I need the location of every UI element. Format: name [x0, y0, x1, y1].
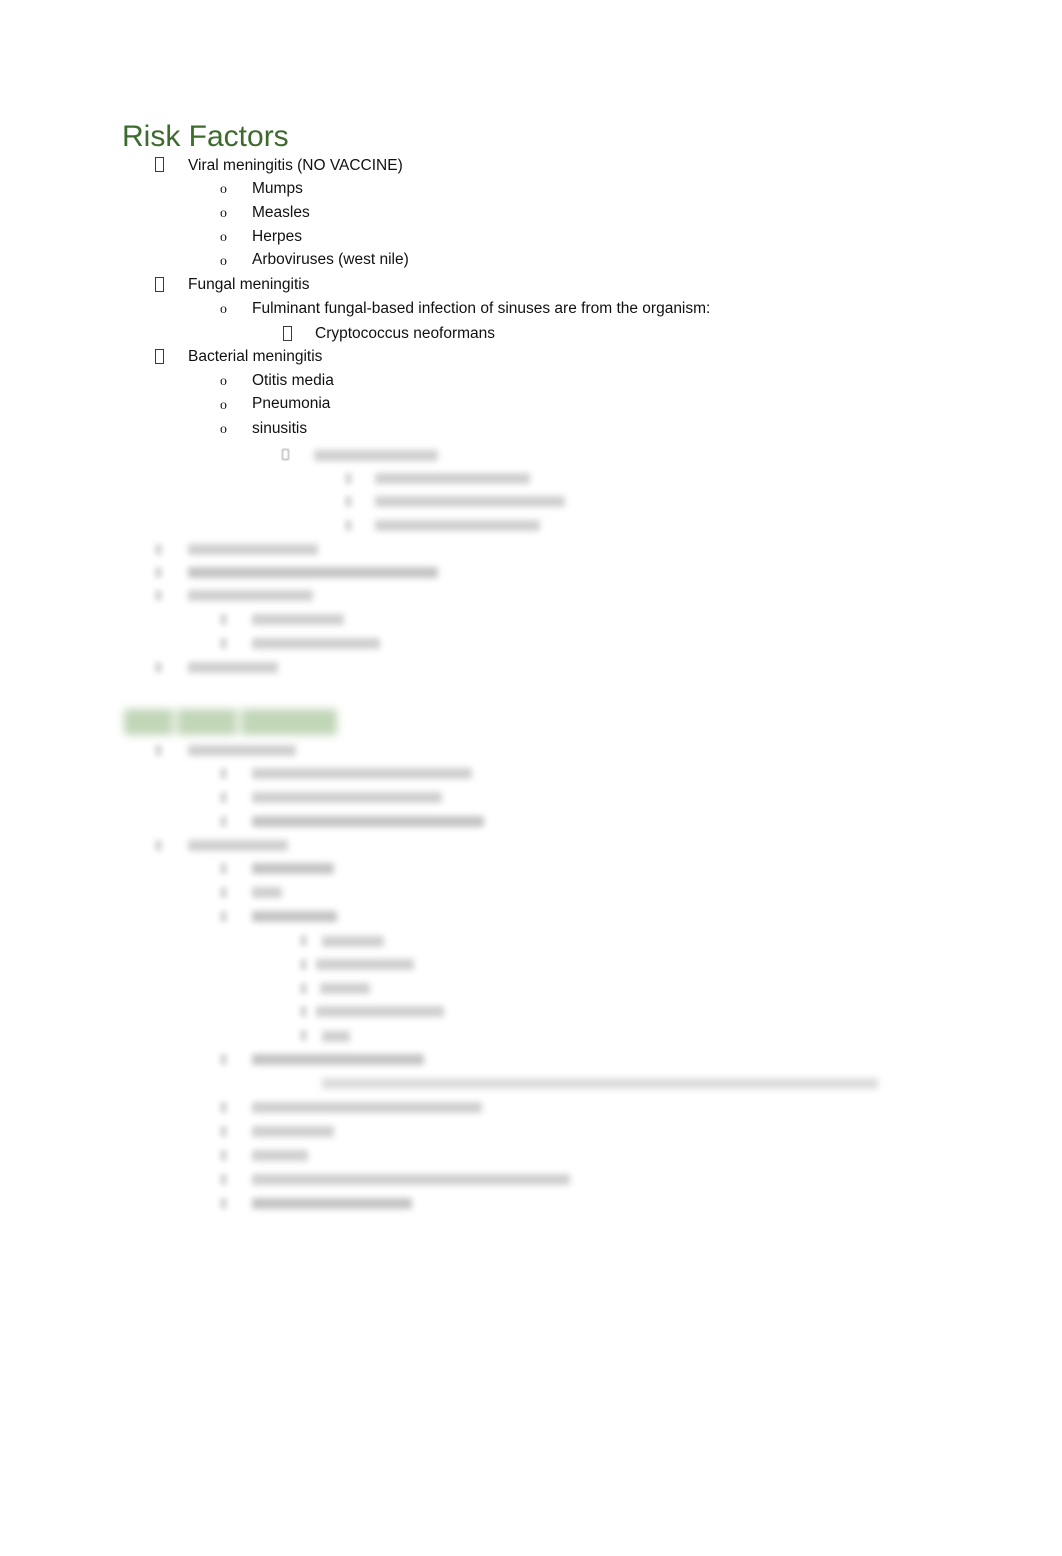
redacted-list-item — [375, 520, 540, 531]
redacted-list-item — [252, 863, 334, 874]
bullet-marker-tofu — [345, 520, 352, 531]
redacted-list-item — [252, 614, 344, 625]
redacted-list-item — [252, 792, 442, 803]
redacted-list-item — [314, 450, 438, 461]
list-item: Pneumonia — [252, 395, 331, 412]
bullet-marker-tofu — [155, 348, 164, 367]
redacted-list-item — [322, 1078, 878, 1089]
bullet-marker-o — [220, 911, 227, 922]
redacted-list-item — [375, 473, 530, 484]
redacted-list-item — [188, 745, 296, 756]
bullet-marker-tofu — [155, 840, 162, 851]
bullet-marker-o — [220, 638, 227, 649]
bullet-marker-o — [220, 1102, 227, 1113]
bullet-marker-tofu — [155, 156, 164, 175]
bullet-marker-o — [220, 863, 227, 874]
bullet-marker-o — [220, 816, 227, 827]
list-item: Herpes — [252, 228, 302, 245]
redacted-list-item — [252, 1174, 570, 1185]
bullet-marker-tofu — [155, 276, 164, 295]
bullet-marker-o: o — [220, 254, 227, 269]
bullet-marker-tofu — [155, 590, 162, 601]
redacted-list-item — [316, 959, 414, 970]
bullet-marker-tofu — [155, 745, 162, 756]
redacted-list-item — [252, 816, 484, 827]
bullet-marker-tofu — [300, 935, 307, 946]
bullet-marker-o: o — [220, 230, 227, 245]
bullet-marker-o: o — [220, 398, 227, 413]
list-item: Arboviruses (west nile) — [252, 251, 409, 268]
bullet-marker-tofu — [345, 496, 352, 507]
bullet-marker-o: o — [220, 302, 227, 317]
redacted-list-item — [252, 911, 337, 922]
bullet-marker-o: o — [220, 182, 227, 197]
bullet-marker-o — [220, 768, 227, 779]
list-item: Mumps — [252, 180, 303, 197]
bullet-marker-tofu — [300, 983, 307, 994]
bullet-marker-o — [220, 1126, 227, 1137]
redacted-list-item — [188, 590, 313, 601]
page-title-risk-factors: Risk Factors — [122, 120, 289, 153]
bullet-marker-tofu — [155, 567, 162, 578]
list-item: Cryptococcus neoformans — [315, 325, 496, 342]
bullet-marker-o — [220, 792, 227, 803]
bullet-marker-o: o — [220, 422, 227, 437]
bullet-marker-tofu — [300, 1030, 307, 1041]
list-item: sinusitis — [252, 420, 308, 437]
bullet-marker-tofu — [300, 1006, 307, 1017]
redacted-list-item — [188, 840, 288, 851]
list-item: Otitis media — [252, 372, 334, 389]
bullet-marker-o — [220, 887, 227, 898]
bullet-marker-o: o — [220, 206, 227, 221]
bullet-marker-tofu — [283, 325, 292, 344]
redacted-list-item — [252, 1150, 308, 1161]
list-item: Viral meningitis (NO VACCINE) — [188, 157, 403, 174]
bullet-marker-o — [220, 1054, 227, 1065]
bullet-marker-tofu — [155, 662, 162, 673]
redacted-list-item — [316, 1006, 444, 1017]
redacted-list-item — [252, 638, 380, 649]
redacted-list-item — [375, 496, 565, 507]
list-item: Bacterial meningitis — [188, 348, 323, 365]
redacted-list-item — [252, 1054, 424, 1065]
redacted-list-item — [188, 544, 318, 555]
bullet-marker-o — [220, 1198, 227, 1209]
list-item: Fungal meningitis — [188, 276, 310, 293]
bullet-marker-o — [220, 1174, 227, 1185]
bullet-marker-tofu — [300, 959, 307, 970]
bullet-marker-o — [220, 614, 227, 625]
redacted-list-item — [188, 662, 278, 673]
list-item: Fulminant fungal-based infection of sinu… — [252, 300, 711, 317]
redacted-list-item — [252, 1102, 482, 1113]
redacted-list-item — [252, 1126, 334, 1137]
document-page: Risk Factors Viral meningitis (NO VACCIN… — [0, 0, 1062, 1556]
bullet-marker-tofu — [155, 544, 162, 555]
list-item: Measles — [252, 204, 310, 221]
redacted-list-item — [252, 768, 472, 779]
bullet-marker-o — [220, 1150, 227, 1161]
redacted-list-item — [252, 1198, 412, 1209]
section-heading-redacted — [124, 709, 337, 735]
redacted-list-item — [322, 1031, 350, 1042]
bullet-marker-tofu — [282, 449, 289, 460]
redacted-list-item — [322, 936, 384, 947]
bullet-marker-o: o — [220, 374, 227, 389]
redacted-list-item — [320, 983, 370, 994]
redacted-list-item — [188, 567, 438, 578]
bullet-marker-tofu — [345, 473, 352, 484]
redacted-list-item — [252, 887, 282, 898]
